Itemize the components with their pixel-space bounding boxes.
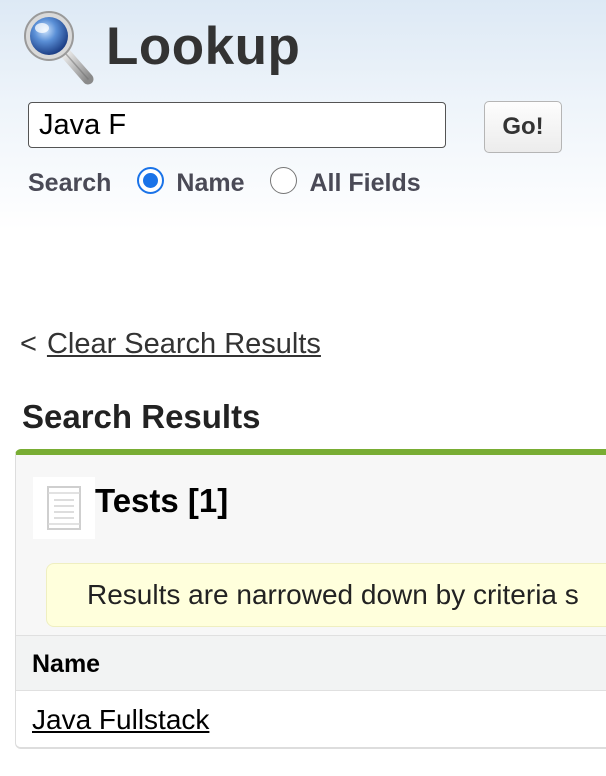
result-link[interactable]: Java Fullstack [32, 704, 209, 735]
document-icon [33, 477, 95, 539]
results-panel: Tests [1] Results are narrowed down by c… [15, 449, 606, 749]
page-title: Lookup [106, 16, 301, 76]
all-fields-radio-label[interactable]: All Fields [309, 169, 420, 198]
panel-header: Tests [1] [33, 477, 228, 539]
page-header: Lookup [20, 4, 300, 88]
search-results-heading: Search Results [22, 398, 261, 435]
search-scope-label: Search [28, 168, 112, 197]
criteria-notice: Results are narrowed down by criteria s [46, 563, 606, 627]
search-input[interactable] [28, 102, 446, 148]
name-radio-label[interactable]: Name [176, 169, 244, 198]
back-chevron: < [20, 328, 37, 360]
name-radio[interactable] [137, 166, 165, 194]
clear-search-results-link[interactable]: Clear Search Results [47, 328, 321, 360]
column-header-name: Name [16, 635, 606, 691]
panel-title: Tests [1] [95, 482, 229, 519]
table-row: Java Fullstack [16, 691, 606, 747]
clear-results-row: < Clear Search Results [20, 328, 321, 361]
search-scope-options: Search Name All Fields [28, 163, 421, 203]
lookup-page: Lookup Go! Search Name All Fields < Clear… [0, 0, 606, 776]
all-fields-radio[interactable] [270, 166, 298, 194]
magnifier-icon [24, 11, 94, 85]
go-button[interactable]: Go! [484, 101, 562, 153]
